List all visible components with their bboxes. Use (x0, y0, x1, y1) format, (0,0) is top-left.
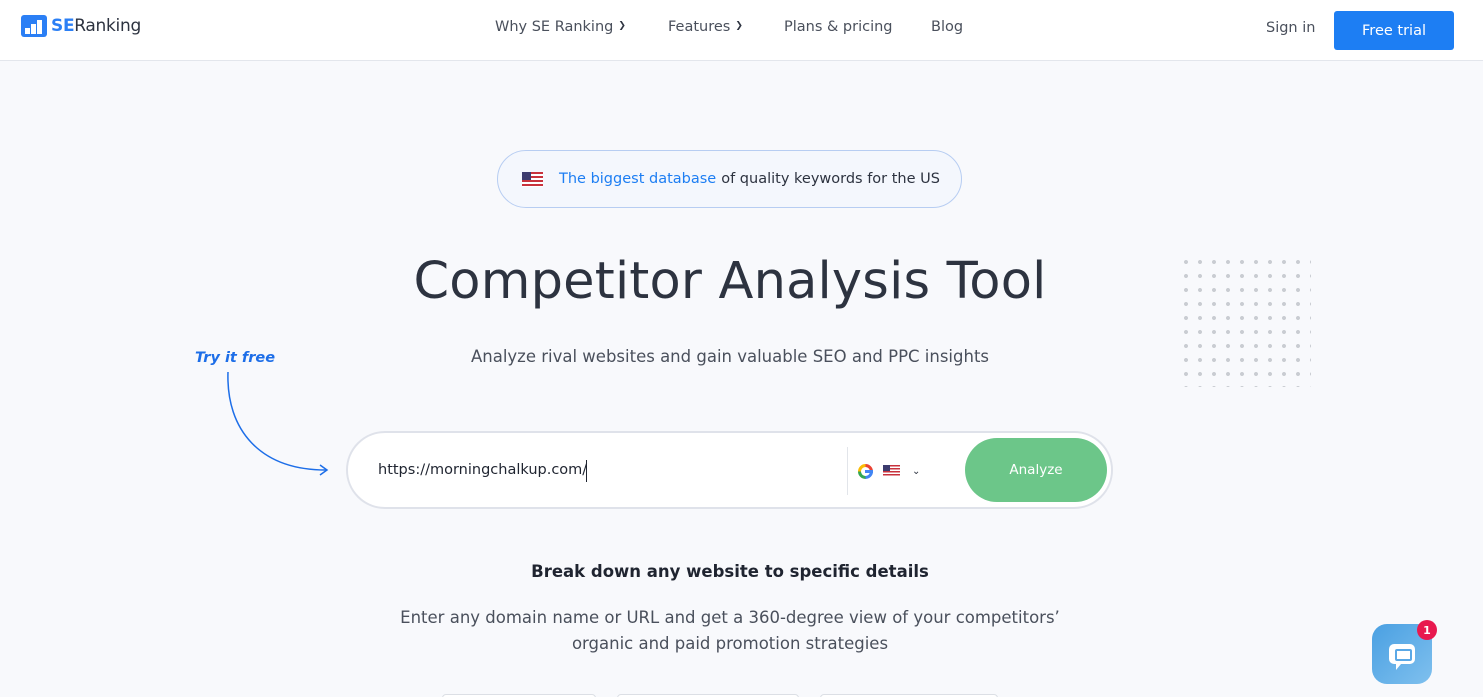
chevron-down-icon: ⌄ (912, 465, 921, 477)
badge-text: of quality keywords for the US (721, 171, 940, 187)
nav-features-label: Features (668, 19, 731, 35)
nav-plans-pricing-label: Plans & pricing (784, 19, 893, 35)
details-description: Enter any domain name or URL and get a 3… (400, 608, 1060, 653)
nav-plans-pricing[interactable]: Plans & pricing (784, 19, 893, 35)
nav-features[interactable]: Features ❯ (668, 19, 743, 35)
nav-why-se-ranking-label: Why SE Ranking (495, 19, 614, 35)
free-trial-button[interactable]: Free trial (1334, 11, 1454, 50)
se-ranking-logo[interactable]: SERanking (21, 15, 141, 37)
badge-highlight-text: The biggest database (559, 171, 717, 187)
search-divider (847, 447, 848, 495)
logo-se-text: SE (51, 16, 75, 36)
page-title: Competitor Analysis Tool (413, 252, 1047, 311)
top-navigation-bar: SERanking Why SE Ranking ❯ Features ❯ Pl… (0, 0, 1483, 61)
chat-icon (1389, 644, 1415, 670)
analyze-button[interactable]: Analyze (965, 438, 1107, 502)
logo-ranking-text: Ranking (74, 16, 141, 36)
us-flag-icon (883, 465, 900, 477)
curved-arrow-icon (227, 371, 329, 476)
logo-wordmark: SERanking (51, 16, 141, 36)
nav-why-se-ranking[interactable]: Why SE Ranking ❯ (495, 19, 626, 35)
chevron-down-icon: ❯ (735, 21, 743, 31)
details-heading: Break down any website to specific detai… (531, 562, 929, 581)
competitor-search-form: ⌄ Analyze (346, 431, 1113, 509)
database-badge: The biggest database of quality keywords… (497, 150, 962, 208)
nav-blog[interactable]: Blog (931, 19, 963, 35)
sign-in-link[interactable]: Sign in (1266, 20, 1315, 36)
try-it-free-label: Try it free (195, 350, 276, 366)
chat-notification-badge: 1 (1417, 620, 1437, 640)
text-caret (586, 460, 587, 482)
google-icon (858, 463, 873, 479)
us-flag-icon (522, 171, 543, 187)
logo-bars-icon (21, 15, 47, 37)
search-engine-region-select[interactable]: ⌄ (858, 461, 920, 481)
domain-url-input[interactable] (378, 457, 838, 483)
nav-blog-label: Blog (931, 19, 964, 35)
chevron-down-icon: ❯ (618, 21, 626, 31)
